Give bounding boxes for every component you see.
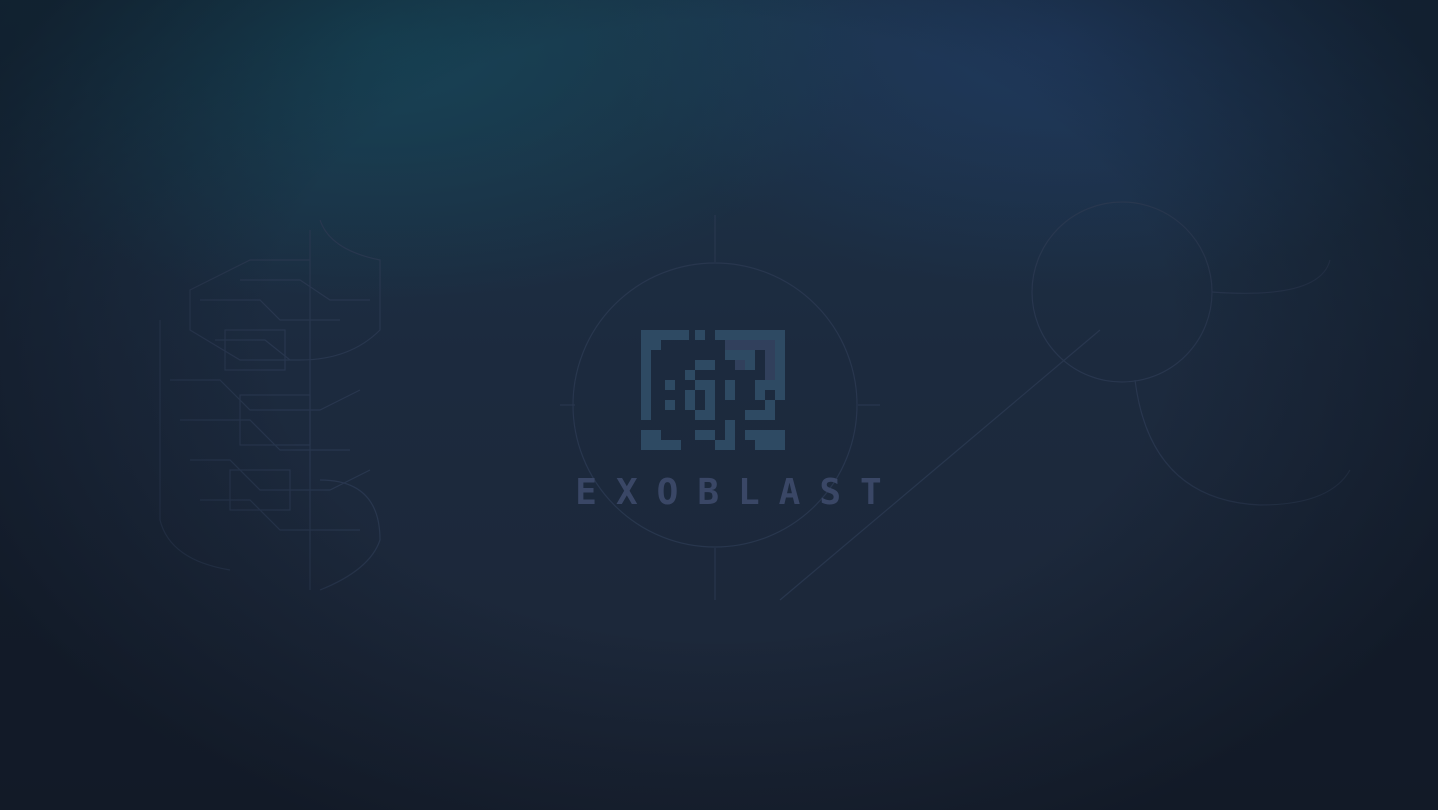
- game-logo: EXOBLAST: [0, 0, 1438, 810]
- splash-screen: EXOBLAST: [0, 0, 1438, 810]
- game-title: EXOBLAST: [575, 472, 901, 513]
- pixel-glyph-emblem-icon: [641, 330, 785, 450]
